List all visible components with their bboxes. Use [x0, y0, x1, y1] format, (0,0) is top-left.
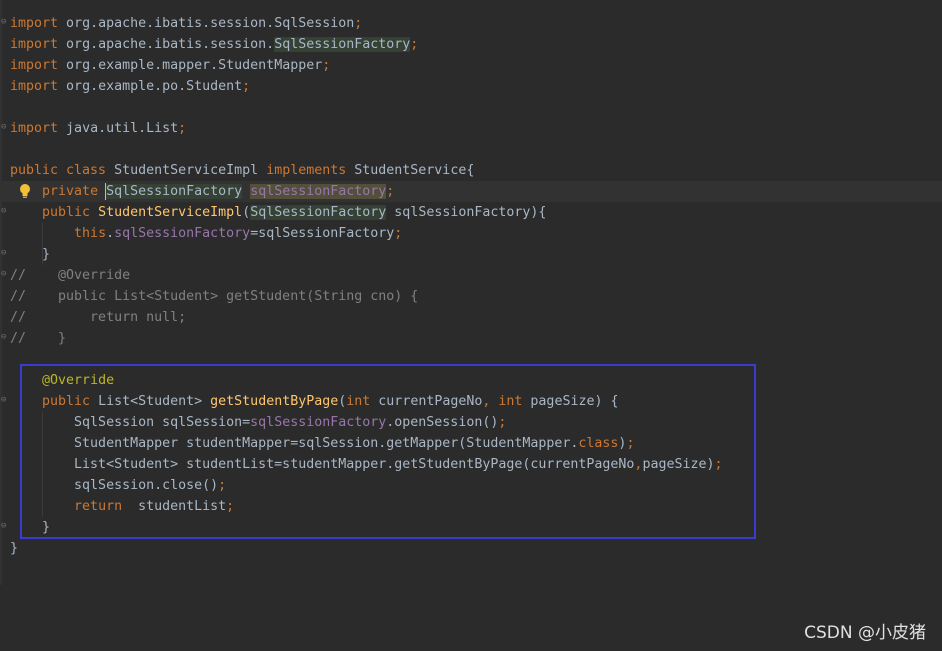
code-token: this: [74, 226, 107, 241]
code-line[interactable]: import org.example.mapper.StudentMapper;: [10, 55, 330, 76]
code-token: import: [10, 79, 59, 94]
code-token: (: [242, 205, 251, 220]
code-token: =sqlSessionFactory: [250, 226, 395, 241]
fold-marker-icon[interactable]: ⊖: [1, 18, 8, 27]
code-token: sqlSessionFactory){: [386, 205, 547, 220]
code-token: private: [42, 184, 107, 199]
code-token: import: [10, 58, 59, 73]
code-line[interactable]: // return null;: [10, 307, 186, 328]
code-token: }: [10, 541, 19, 556]
code-token: // public List<Student> getStudent(Strin…: [10, 289, 419, 304]
fold-marker-icon[interactable]: ⊖: [1, 396, 8, 405]
code-token: org.apache.ibatis.session.: [58, 37, 275, 52]
code-token: ;: [178, 121, 187, 136]
fold-marker-icon[interactable]: ⊖: [1, 207, 8, 216]
code-line[interactable]: // }: [10, 328, 66, 349]
code-token: import: [10, 16, 59, 31]
code-token: // }: [10, 331, 67, 346]
lightbulb-icon[interactable]: [19, 183, 31, 199]
fold-marker-icon[interactable]: ⊖: [1, 123, 8, 132]
code-token: ;: [410, 37, 419, 52]
code-token: import: [10, 37, 59, 52]
code-token: SqlSessionFactory: [250, 205, 387, 220]
fold-marker-icon[interactable]: ⊖: [1, 270, 8, 279]
code-line[interactable]: public class StudentServiceImpl implemen…: [10, 160, 474, 181]
code-token: }: [10, 247, 51, 262]
code-token: import: [10, 121, 59, 136]
code-line[interactable]: import org.apache.ibatis.session.SqlSess…: [10, 13, 362, 34]
code-token: ;: [242, 79, 251, 94]
code-line[interactable]: // public List<Student> getStudent(Strin…: [10, 286, 418, 307]
code-line[interactable]: private SqlSessionFactory sqlSessionFact…: [10, 181, 394, 202]
code-token: StudentServiceImpl: [98, 205, 243, 220]
code-token: ;: [354, 16, 363, 31]
code-token: SqlSessionFactory: [106, 184, 243, 199]
code-token: SqlSessionFactory: [274, 37, 411, 52]
fold-marker-icon[interactable]: ⊖: [1, 522, 8, 531]
code-line[interactable]: import java.util.List;: [10, 118, 186, 139]
code-token: sqlSessionFactory: [250, 184, 387, 199]
code-line[interactable]: import org.example.po.Student;: [10, 76, 250, 97]
code-editor[interactable]: ⊖ ⊖ ⊖ ⊖ ⊖ ⊖ ⊖ ⊖ import org.apache.ibatis…: [0, 0, 942, 651]
watermark: CSDN @小皮猪: [804, 623, 926, 643]
code-token: org.apache.ibatis.session.SqlSession: [58, 16, 355, 31]
code-token: implements: [266, 163, 355, 178]
fold-marker-icon[interactable]: ⊖: [1, 333, 8, 342]
code-token: sqlSessionFactory: [114, 226, 251, 241]
code-token: org.example.mapper.StudentMapper: [58, 58, 323, 73]
gutter: [0, 0, 2, 585]
code-token: ;: [394, 226, 403, 241]
code-line[interactable]: }: [10, 538, 18, 559]
code-token: StudentServiceImpl: [114, 163, 267, 178]
code-token: ;: [322, 58, 331, 73]
code-token: org.example.po.Student: [58, 79, 243, 94]
highlight-box: [20, 364, 756, 539]
code-line[interactable]: public StudentServiceImpl(SqlSessionFact…: [10, 202, 546, 223]
code-token: // @Override: [10, 268, 131, 283]
code-token: ;: [386, 184, 395, 199]
code-line[interactable]: import org.apache.ibatis.session.SqlSess…: [10, 34, 418, 55]
code-token: public: [42, 205, 99, 220]
code-line[interactable]: // @Override: [10, 265, 130, 286]
text-caret: [105, 183, 106, 200]
code-line[interactable]: }: [10, 244, 50, 265]
code-token: java.util.List: [58, 121, 179, 136]
code-token: .: [106, 226, 115, 241]
code-token: // return null;: [10, 310, 187, 325]
fold-marker-icon[interactable]: ⊖: [1, 249, 8, 258]
code-line[interactable]: this.sqlSessionFactory=sqlSessionFactory…: [10, 223, 402, 244]
code-token: StudentService{: [354, 163, 475, 178]
code-token: public class: [10, 163, 115, 178]
